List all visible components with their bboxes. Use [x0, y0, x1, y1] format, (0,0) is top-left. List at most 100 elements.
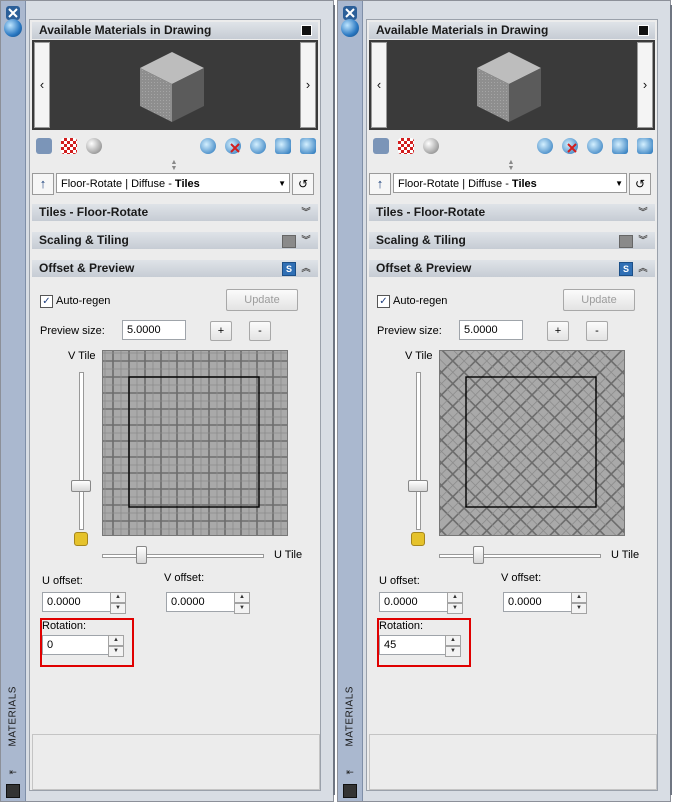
auto-hide-icon[interactable]: ⇤	[343, 767, 357, 777]
create-material-icon[interactable]	[373, 138, 389, 154]
material-swatch-cube[interactable]	[136, 46, 208, 126]
scaling-section-header[interactable]: Scaling & Tiling ︾	[32, 232, 318, 249]
v-offset-spinner[interactable]: ▲ ▼	[234, 592, 250, 614]
toggle-display-icon[interactable]	[638, 25, 649, 36]
u-tile-label: U Tile	[611, 549, 640, 561]
palette-vertical-title: MATERIALS	[344, 686, 356, 747]
material-map-combo[interactable]: Floor-Rotate | Diffuse - Tiles ▼	[56, 173, 290, 193]
rotation-field[interactable]: 0	[42, 635, 110, 655]
material-map-combo[interactable]: Floor-Rotate | Diffuse - Tiles ▼	[393, 173, 627, 193]
purge-icon[interactable]	[200, 138, 216, 154]
palette-title-strip[interactable]: MATERIALS ⇤	[1, 1, 26, 801]
tiles-section-header[interactable]: Tiles - Floor-Rotate ︾	[369, 204, 655, 221]
tiles-section-header[interactable]: Tiles - Floor-Rotate ︾	[32, 204, 318, 221]
sphere-swatch-icon[interactable]	[86, 138, 102, 154]
u-tile-slider[interactable]	[102, 546, 264, 564]
available-materials-header: Available Materials in Drawing	[32, 22, 318, 39]
lock-aspect-icon[interactable]	[411, 532, 425, 546]
rotation-spinner[interactable]: ▲ ▼	[445, 635, 461, 657]
u-offset-spinner[interactable]: ▲ ▼	[447, 592, 463, 614]
offset-section-header[interactable]: Offset & Preview S ︽	[32, 260, 318, 277]
v-tile-slider[interactable]	[408, 372, 432, 532]
prev-material-button[interactable]: ‹	[371, 42, 387, 128]
u-offset-label: U offset:	[42, 575, 83, 587]
palette-title-strip[interactable]: MATERIALS ⇤	[338, 1, 363, 801]
v-tile-label: V Tile	[405, 350, 433, 362]
auto-regen-checkbox[interactable]: ✓	[40, 295, 53, 308]
u-offset-spinner[interactable]: ▲ ▼	[110, 592, 126, 614]
delete-icon[interactable]	[225, 138, 241, 154]
remove-icon[interactable]	[275, 138, 291, 154]
collapse-chevron-icon[interactable]: ︽	[300, 262, 312, 274]
select-objects-icon[interactable]	[300, 138, 316, 154]
scaling-section-header[interactable]: Scaling & Tiling ︾	[369, 232, 655, 249]
go-to-parent-button[interactable]: ↑	[32, 173, 54, 195]
v-offset-spinner[interactable]: ▲ ▼	[571, 592, 587, 614]
resize-grip-icon[interactable]: ▲ ▼	[168, 159, 180, 172]
preview-map-icon[interactable]: S	[282, 262, 296, 276]
tile-preview-grid[interactable]	[439, 350, 625, 536]
v-tile-slider[interactable]	[71, 372, 95, 532]
resize-grip-icon[interactable]: ▲ ▼	[505, 159, 517, 172]
u-tile-slider-thumb[interactable]	[136, 546, 147, 564]
auto-hide-icon[interactable]: ⇤	[6, 767, 20, 777]
expand-chevron-icon[interactable]: ︾	[637, 234, 649, 246]
lock-aspect-icon[interactable]	[74, 532, 88, 546]
section-lock-icon	[282, 235, 296, 248]
material-swatch-cube[interactable]	[473, 46, 545, 126]
go-to-sibling-button[interactable]: ↺	[292, 173, 314, 195]
delete-icon[interactable]	[562, 138, 578, 154]
expand-chevron-icon[interactable]: ︾	[300, 206, 312, 218]
palette-frame: MATERIALS ⇤ Available Materials in Drawi…	[0, 0, 335, 802]
apply-icon[interactable]	[587, 138, 603, 154]
material-selector-row: ↑ Floor-Rotate | Diffuse - Tiles ▼ ↺	[369, 173, 655, 195]
palette-content: Available Materials in Drawing ‹ › ▲ ▼ ↑…	[29, 19, 321, 791]
materials-toolbar	[371, 138, 653, 156]
sphere-swatch-icon[interactable]	[423, 138, 439, 154]
go-to-sibling-button[interactable]: ↺	[629, 173, 651, 195]
u-offset-field[interactable]: 0.0000	[42, 592, 112, 612]
zoom-in-button[interactable]: +	[547, 321, 569, 341]
rotation-spinner[interactable]: ▲ ▼	[108, 635, 124, 657]
properties-menu-icon[interactable]	[343, 784, 357, 798]
tile-preview-grid[interactable]	[102, 350, 288, 536]
checker-map-icon[interactable]	[61, 138, 77, 154]
expand-chevron-icon[interactable]: ︾	[637, 206, 649, 218]
material-preview-area: ‹ ›	[369, 40, 655, 130]
apply-icon[interactable]	[250, 138, 266, 154]
next-material-button[interactable]: ›	[300, 42, 316, 128]
preview-size-field[interactable]: 5.0000	[459, 320, 523, 340]
prev-material-button[interactable]: ‹	[34, 42, 50, 128]
create-material-icon[interactable]	[36, 138, 52, 154]
toggle-display-icon[interactable]	[301, 25, 312, 36]
zoom-out-button[interactable]: -	[586, 321, 608, 341]
u-offset-field[interactable]: 0.0000	[379, 592, 449, 612]
v-tile-slider-thumb[interactable]	[71, 480, 91, 492]
expand-chevron-icon[interactable]: ︾	[300, 234, 312, 246]
rotation-field[interactable]: 45	[379, 635, 447, 655]
purge-icon[interactable]	[537, 138, 553, 154]
u-tile-slider[interactable]	[439, 546, 601, 564]
zoom-in-button[interactable]: +	[210, 321, 232, 341]
offset-section-header[interactable]: Offset & Preview S ︽	[369, 260, 655, 277]
properties-menu-icon[interactable]	[6, 784, 20, 798]
update-button[interactable]: Update	[563, 289, 635, 311]
material-info-box	[369, 734, 657, 790]
u-tile-slider-thumb[interactable]	[473, 546, 484, 564]
go-to-parent-button[interactable]: ↑	[369, 173, 391, 195]
auto-regen-checkbox[interactable]: ✓	[377, 295, 390, 308]
v-offset-field[interactable]: 0.0000	[503, 592, 573, 612]
v-tile-slider-thumb[interactable]	[408, 480, 428, 492]
preview-size-field[interactable]: 5.0000	[122, 320, 186, 340]
zoom-out-button[interactable]: -	[249, 321, 271, 341]
v-offset-field[interactable]: 0.0000	[166, 592, 236, 612]
next-material-button[interactable]: ›	[637, 42, 653, 128]
select-objects-icon[interactable]	[637, 138, 653, 154]
material-info-box	[32, 734, 320, 790]
update-button[interactable]: Update	[226, 289, 298, 311]
collapse-chevron-icon[interactable]: ︽	[637, 262, 649, 274]
checker-map-icon[interactable]	[398, 138, 414, 154]
palette-edge	[333, 5, 335, 795]
remove-icon[interactable]	[612, 138, 628, 154]
preview-map-icon[interactable]: S	[619, 262, 633, 276]
